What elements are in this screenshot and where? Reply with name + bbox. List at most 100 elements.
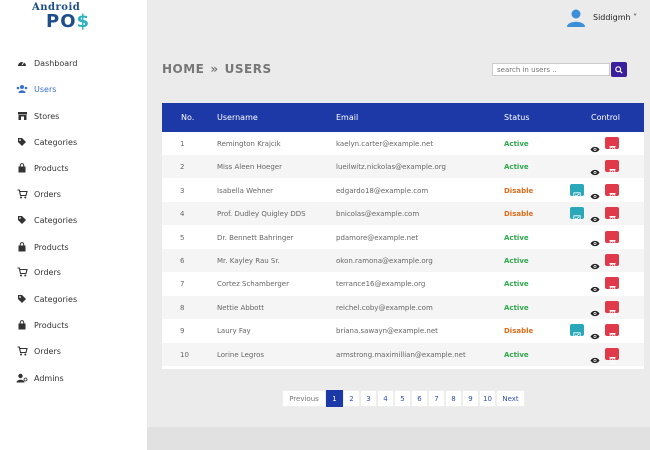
enable-button[interactable] xyxy=(570,183,584,198)
delete-button[interactable] xyxy=(605,183,619,200)
sidebar-item-label: Stores xyxy=(34,111,60,121)
cell-email: bnicolas@example.com xyxy=(336,210,420,219)
view-button[interactable] xyxy=(589,208,600,223)
user-avatar-icon[interactable] xyxy=(566,8,586,28)
view-button[interactable] xyxy=(589,232,600,246)
breadcrumb: HOME » USERS xyxy=(162,62,272,76)
sidebar-item-orders[interactable]: Orders xyxy=(0,341,147,361)
table-row: 10 Lorine Legros armstrong.maximillian@exa… xyxy=(162,342,644,366)
sidebar-item-dashboard[interactable]: Dashboard xyxy=(0,53,147,73)
view-button[interactable] xyxy=(589,302,600,316)
eye-icon xyxy=(590,310,600,319)
pagination-page-9[interactable]: 9 xyxy=(462,390,479,407)
footer xyxy=(147,427,650,450)
pagination-page-3[interactable]: 3 xyxy=(360,390,377,407)
sidebar-item-categories[interactable]: Categories xyxy=(0,289,147,309)
cart-icon xyxy=(16,345,28,357)
delete-button[interactable] xyxy=(605,277,619,294)
table-row: 2 Miss Aleen Hoeger lueilwitz.nickolas@exa… xyxy=(162,155,644,179)
pagination-page-5[interactable]: 5 xyxy=(394,390,411,407)
sidebar-item-stores[interactable]: Stores xyxy=(0,106,147,126)
app-logo[interactable]: Android PO$ xyxy=(0,0,147,34)
status-badge: Disable xyxy=(504,186,534,195)
sidebar-item-orders[interactable]: Orders xyxy=(0,184,147,204)
view-button[interactable] xyxy=(589,278,600,293)
delete-button[interactable] xyxy=(605,160,619,177)
view-button[interactable] xyxy=(589,138,600,153)
sidebar-item-label: Categories xyxy=(34,137,78,147)
delete-button[interactable] xyxy=(605,207,619,224)
delete-button[interactable] xyxy=(605,347,619,364)
pagination: Previous 1 2 3 4 5 6 7 8 9 10 Next xyxy=(282,390,525,407)
cart-icon xyxy=(16,266,28,278)
status-badge: Disable xyxy=(504,327,534,336)
view-button[interactable] xyxy=(589,161,600,176)
status-badge: Active xyxy=(504,163,529,172)
tags-icon xyxy=(16,136,28,148)
enable-button[interactable] xyxy=(570,207,584,221)
cell-email: okon.ramona@example.org xyxy=(336,257,433,265)
eye-icon xyxy=(590,240,600,249)
delete-button[interactable] xyxy=(605,230,619,247)
users-icon xyxy=(16,83,28,95)
sidebar-item-products[interactable]: Products xyxy=(0,315,147,335)
view-button[interactable] xyxy=(589,325,600,340)
header-status: Status xyxy=(504,113,530,122)
eye-icon xyxy=(590,146,600,155)
pagination-page-8[interactable]: 8 xyxy=(445,390,462,407)
sidebar-item-label: Categories xyxy=(34,215,78,225)
search-input[interactable] xyxy=(492,63,610,76)
trash-icon xyxy=(609,285,616,295)
view-button[interactable] xyxy=(589,349,600,363)
bag-icon xyxy=(16,162,28,174)
enable-icon xyxy=(573,192,581,200)
table-row: 3 Isabella Wehner edgardo18@example.com Dis… xyxy=(162,179,644,202)
enable-button[interactable] xyxy=(570,324,584,338)
pagination-page-2[interactable]: 2 xyxy=(343,390,360,407)
sidebar-item-categories[interactable]: Categories xyxy=(0,210,147,230)
logo-text-dollar: $ xyxy=(76,11,91,32)
sidebar: Android PO$ Dashboard Users Stores Categori… xyxy=(0,0,147,450)
tags-icon xyxy=(16,214,28,226)
sidebar-item-label: Orders xyxy=(34,189,61,199)
sidebar-item-label: Products xyxy=(34,320,69,330)
enable-icon xyxy=(573,332,581,340)
table-row: 6 Mr. Kayley Rau Sr. okon.ramona@example.o… xyxy=(162,249,644,272)
delete-button[interactable] xyxy=(605,254,619,270)
pagination-page-4[interactable]: 4 xyxy=(377,390,394,407)
delete-button[interactable] xyxy=(605,300,619,317)
search-button[interactable] xyxy=(611,62,627,77)
pagination-page-10[interactable]: 10 xyxy=(479,390,496,407)
view-button[interactable] xyxy=(589,185,600,199)
sidebar-item-orders[interactable]: Orders xyxy=(0,262,147,282)
view-button[interactable] xyxy=(589,255,600,270)
pagination-page-7[interactable]: 7 xyxy=(428,390,445,407)
cell-username: Laury Fay xyxy=(217,327,251,336)
bag-icon xyxy=(16,319,28,331)
pagination-page-6[interactable]: 6 xyxy=(411,390,428,407)
bag-icon xyxy=(16,241,28,253)
sidebar-item-categories[interactable]: Categories xyxy=(0,132,147,152)
cell-no: 4 xyxy=(180,210,185,219)
pagination-page-1[interactable]: 1 xyxy=(326,390,343,407)
pagination-previous[interactable]: Previous xyxy=(282,390,326,407)
sidebar-item-products[interactable]: Products xyxy=(0,237,147,257)
delete-button[interactable] xyxy=(605,137,619,153)
user-menu[interactable]: Siddigmh ˅ xyxy=(593,13,637,22)
status-badge: Active xyxy=(504,257,529,265)
trash-icon xyxy=(609,356,616,366)
sidebar-item-label: Users xyxy=(34,84,57,94)
sidebar-item-products[interactable]: Products xyxy=(0,158,147,178)
cell-username: Isabella Wehner xyxy=(217,186,274,195)
pagination-next[interactable]: Next xyxy=(496,390,525,407)
trash-icon xyxy=(609,262,616,272)
eye-icon xyxy=(590,169,600,178)
breadcrumb-home[interactable]: HOME xyxy=(162,62,204,76)
delete-button[interactable] xyxy=(605,324,619,341)
sidebar-item-admins[interactable]: Admins xyxy=(0,368,147,388)
sidebar-item-users[interactable]: Users xyxy=(0,79,147,99)
logo-text-bottom: PO$ xyxy=(46,11,90,32)
status-badge: Active xyxy=(504,303,529,312)
table-row: 7 Cortez Schamberger terrance16@example.or… xyxy=(162,272,644,295)
cell-email: edgardo18@example.com xyxy=(336,186,429,195)
